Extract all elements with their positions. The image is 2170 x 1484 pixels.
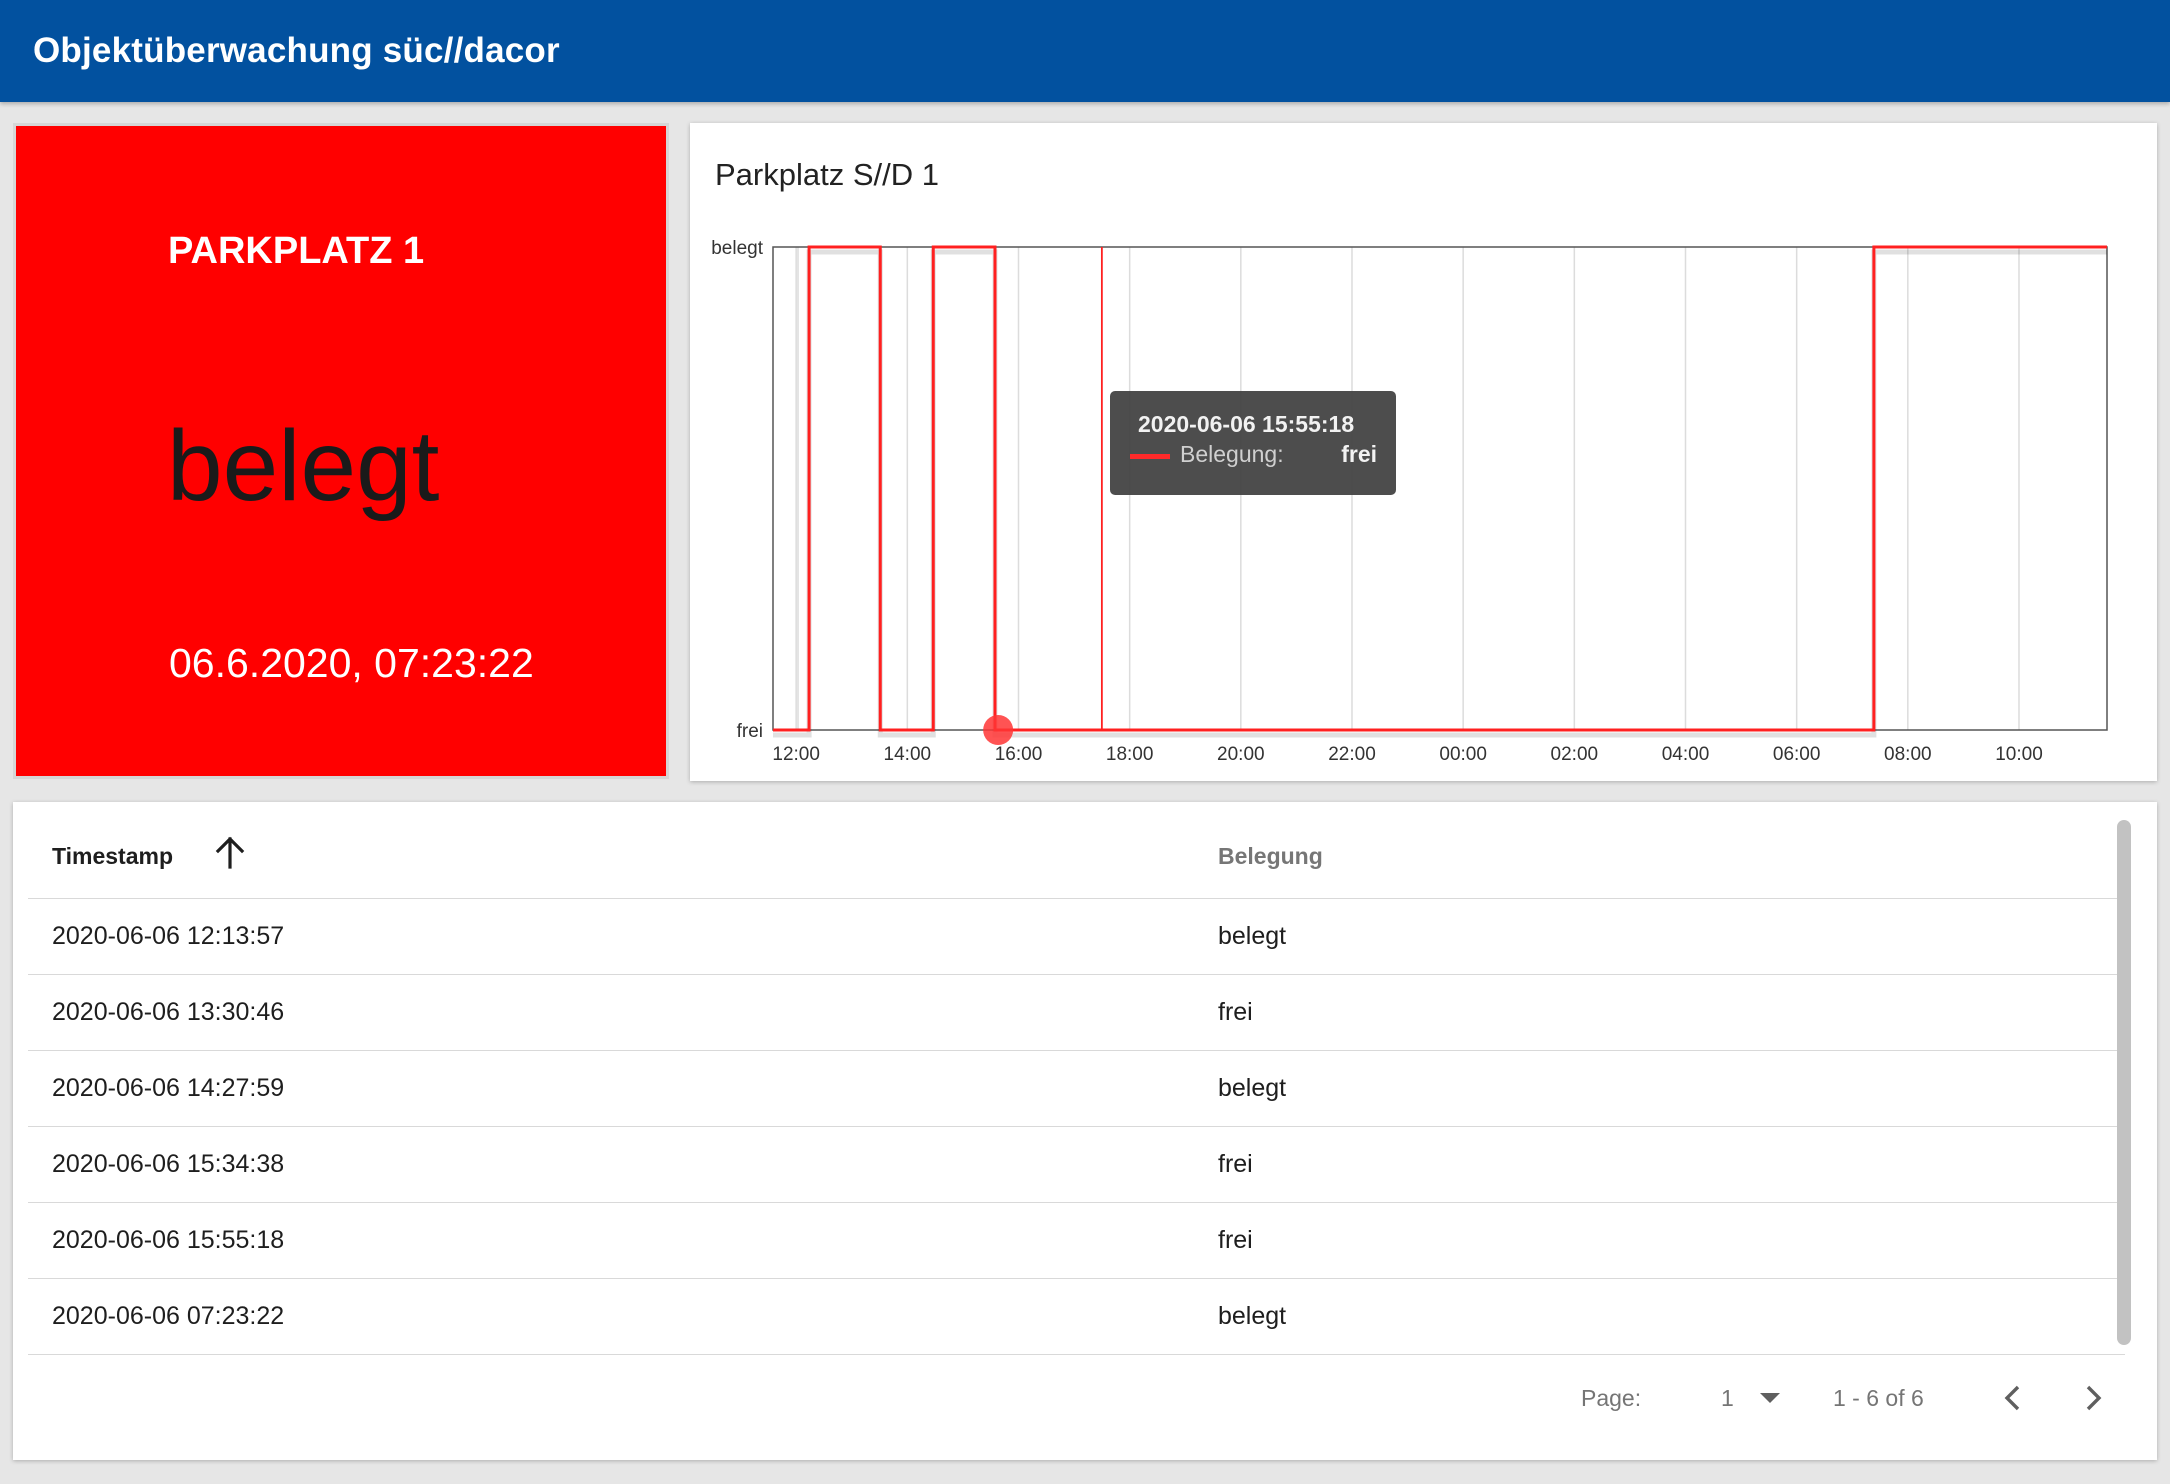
table-row[interactable]: 2020-06-06 13:30:46 frei xyxy=(28,975,2125,1051)
x-tick-label: 18:00 xyxy=(1106,744,1154,765)
chevron-right-icon[interactable] xyxy=(2073,1378,2113,1418)
table-row[interactable]: 2020-06-06 07:23:22 belegt xyxy=(28,1279,2125,1355)
cell-timestamp: 2020-06-06 12:13:57 xyxy=(52,922,285,950)
chart-tooltip: 2020-06-06 15:55:18 Belegung: frei xyxy=(1110,391,1396,495)
tooltip-series-swatch xyxy=(1130,454,1170,459)
table-scrollbar[interactable] xyxy=(2117,820,2131,1345)
table-row[interactable]: 2020-06-06 15:34:38 frei xyxy=(28,1127,2125,1203)
y-tick-label: frei xyxy=(737,721,763,742)
x-tick-label: 16:00 xyxy=(995,744,1043,765)
status-value: belegt xyxy=(167,410,440,522)
cell-belegung: frei xyxy=(1218,1226,1253,1254)
x-tick-label: 14:00 xyxy=(884,744,932,765)
status-card: PARKPLATZ 1 belegt 06.6.2020, 07:23:22 xyxy=(13,123,669,779)
series-line-shadow xyxy=(773,249,2107,738)
x-tick-label: 04:00 xyxy=(1662,744,1710,765)
chart-card: Parkplatz S//D 1 12:00 14:00 16:00 18:00 20:… xyxy=(690,123,2157,781)
plot-frame xyxy=(772,246,2108,731)
x-tick-label: 10:00 xyxy=(1995,744,2043,765)
y-tick-label: belegt xyxy=(711,238,763,259)
arrow-up-icon[interactable] xyxy=(212,834,248,875)
occupancy-chart[interactable]: 12:00 14:00 16:00 18:00 20:00 22:00 00:00 02:00… xyxy=(690,123,2157,781)
cell-timestamp: 2020-06-06 07:23:22 xyxy=(52,1302,285,1330)
table-row[interactable]: 2020-06-06 12:13:57 belegt xyxy=(28,899,2125,975)
x-tick-label: 00:00 xyxy=(1439,744,1487,765)
table-row[interactable]: 2020-06-06 15:55:18 frei xyxy=(28,1203,2125,1279)
column-header-timestamp[interactable]: Timestamp xyxy=(52,843,173,870)
cell-belegung: frei xyxy=(1218,998,1253,1026)
cell-timestamp: 2020-06-06 14:27:59 xyxy=(52,1074,285,1102)
cell-timestamp: 2020-06-06 13:30:46 xyxy=(52,998,285,1026)
app-title: Objektüberwachung süc//dacor xyxy=(33,31,560,70)
table-header: Timestamp Belegung xyxy=(28,814,2125,899)
status-name: PARKPLATZ 1 xyxy=(168,230,425,272)
app-bar: Objektüberwachung süc//dacor xyxy=(0,0,2170,102)
tooltip-series-label: Belegung: xyxy=(1180,441,1284,467)
series-line-belegung xyxy=(773,245,2107,732)
x-tick-label: 12:00 xyxy=(772,744,820,765)
page-select[interactable]: 1 xyxy=(1718,1376,1788,1416)
cell-belegung: belegt xyxy=(1218,1074,1287,1102)
x-tick-label: 08:00 xyxy=(1884,744,1932,765)
cell-belegung: frei xyxy=(1218,1150,1253,1178)
x-tick-label: 20:00 xyxy=(1217,744,1265,765)
status-timestamp: 06.6.2020, 07:23:22 xyxy=(169,640,534,686)
tooltip-value: frei xyxy=(1341,441,1377,467)
cell-belegung: belegt xyxy=(1218,922,1287,950)
highlight-point xyxy=(983,715,1014,745)
cell-timestamp: 2020-06-06 15:55:18 xyxy=(52,1226,285,1254)
caret-down-icon xyxy=(1759,1391,1781,1409)
data-table-card: Timestamp Belegung 2020-06-06 12:13:57 b… xyxy=(13,802,2157,1460)
x-tick-label: 22:00 xyxy=(1328,744,1376,765)
chevron-left-icon[interactable] xyxy=(1993,1378,2033,1418)
cell-timestamp: 2020-06-06 15:34:38 xyxy=(52,1150,285,1178)
tooltip-date: 2020-06-06 15:55:18 xyxy=(1138,411,1355,437)
x-tick-label: 06:00 xyxy=(1773,744,1821,765)
cell-belegung: belegt xyxy=(1218,1302,1287,1330)
x-tick-label: 02:00 xyxy=(1551,744,1599,765)
pagination-range: 1 - 6 of 6 xyxy=(1833,1385,1924,1411)
column-header-belegung[interactable]: Belegung xyxy=(1218,843,1323,870)
page-select-value: 1 xyxy=(1721,1385,1734,1411)
pagination-page-label: Page: xyxy=(1581,1385,1642,1411)
table-row[interactable]: 2020-06-06 14:27:59 belegt xyxy=(28,1051,2125,1127)
